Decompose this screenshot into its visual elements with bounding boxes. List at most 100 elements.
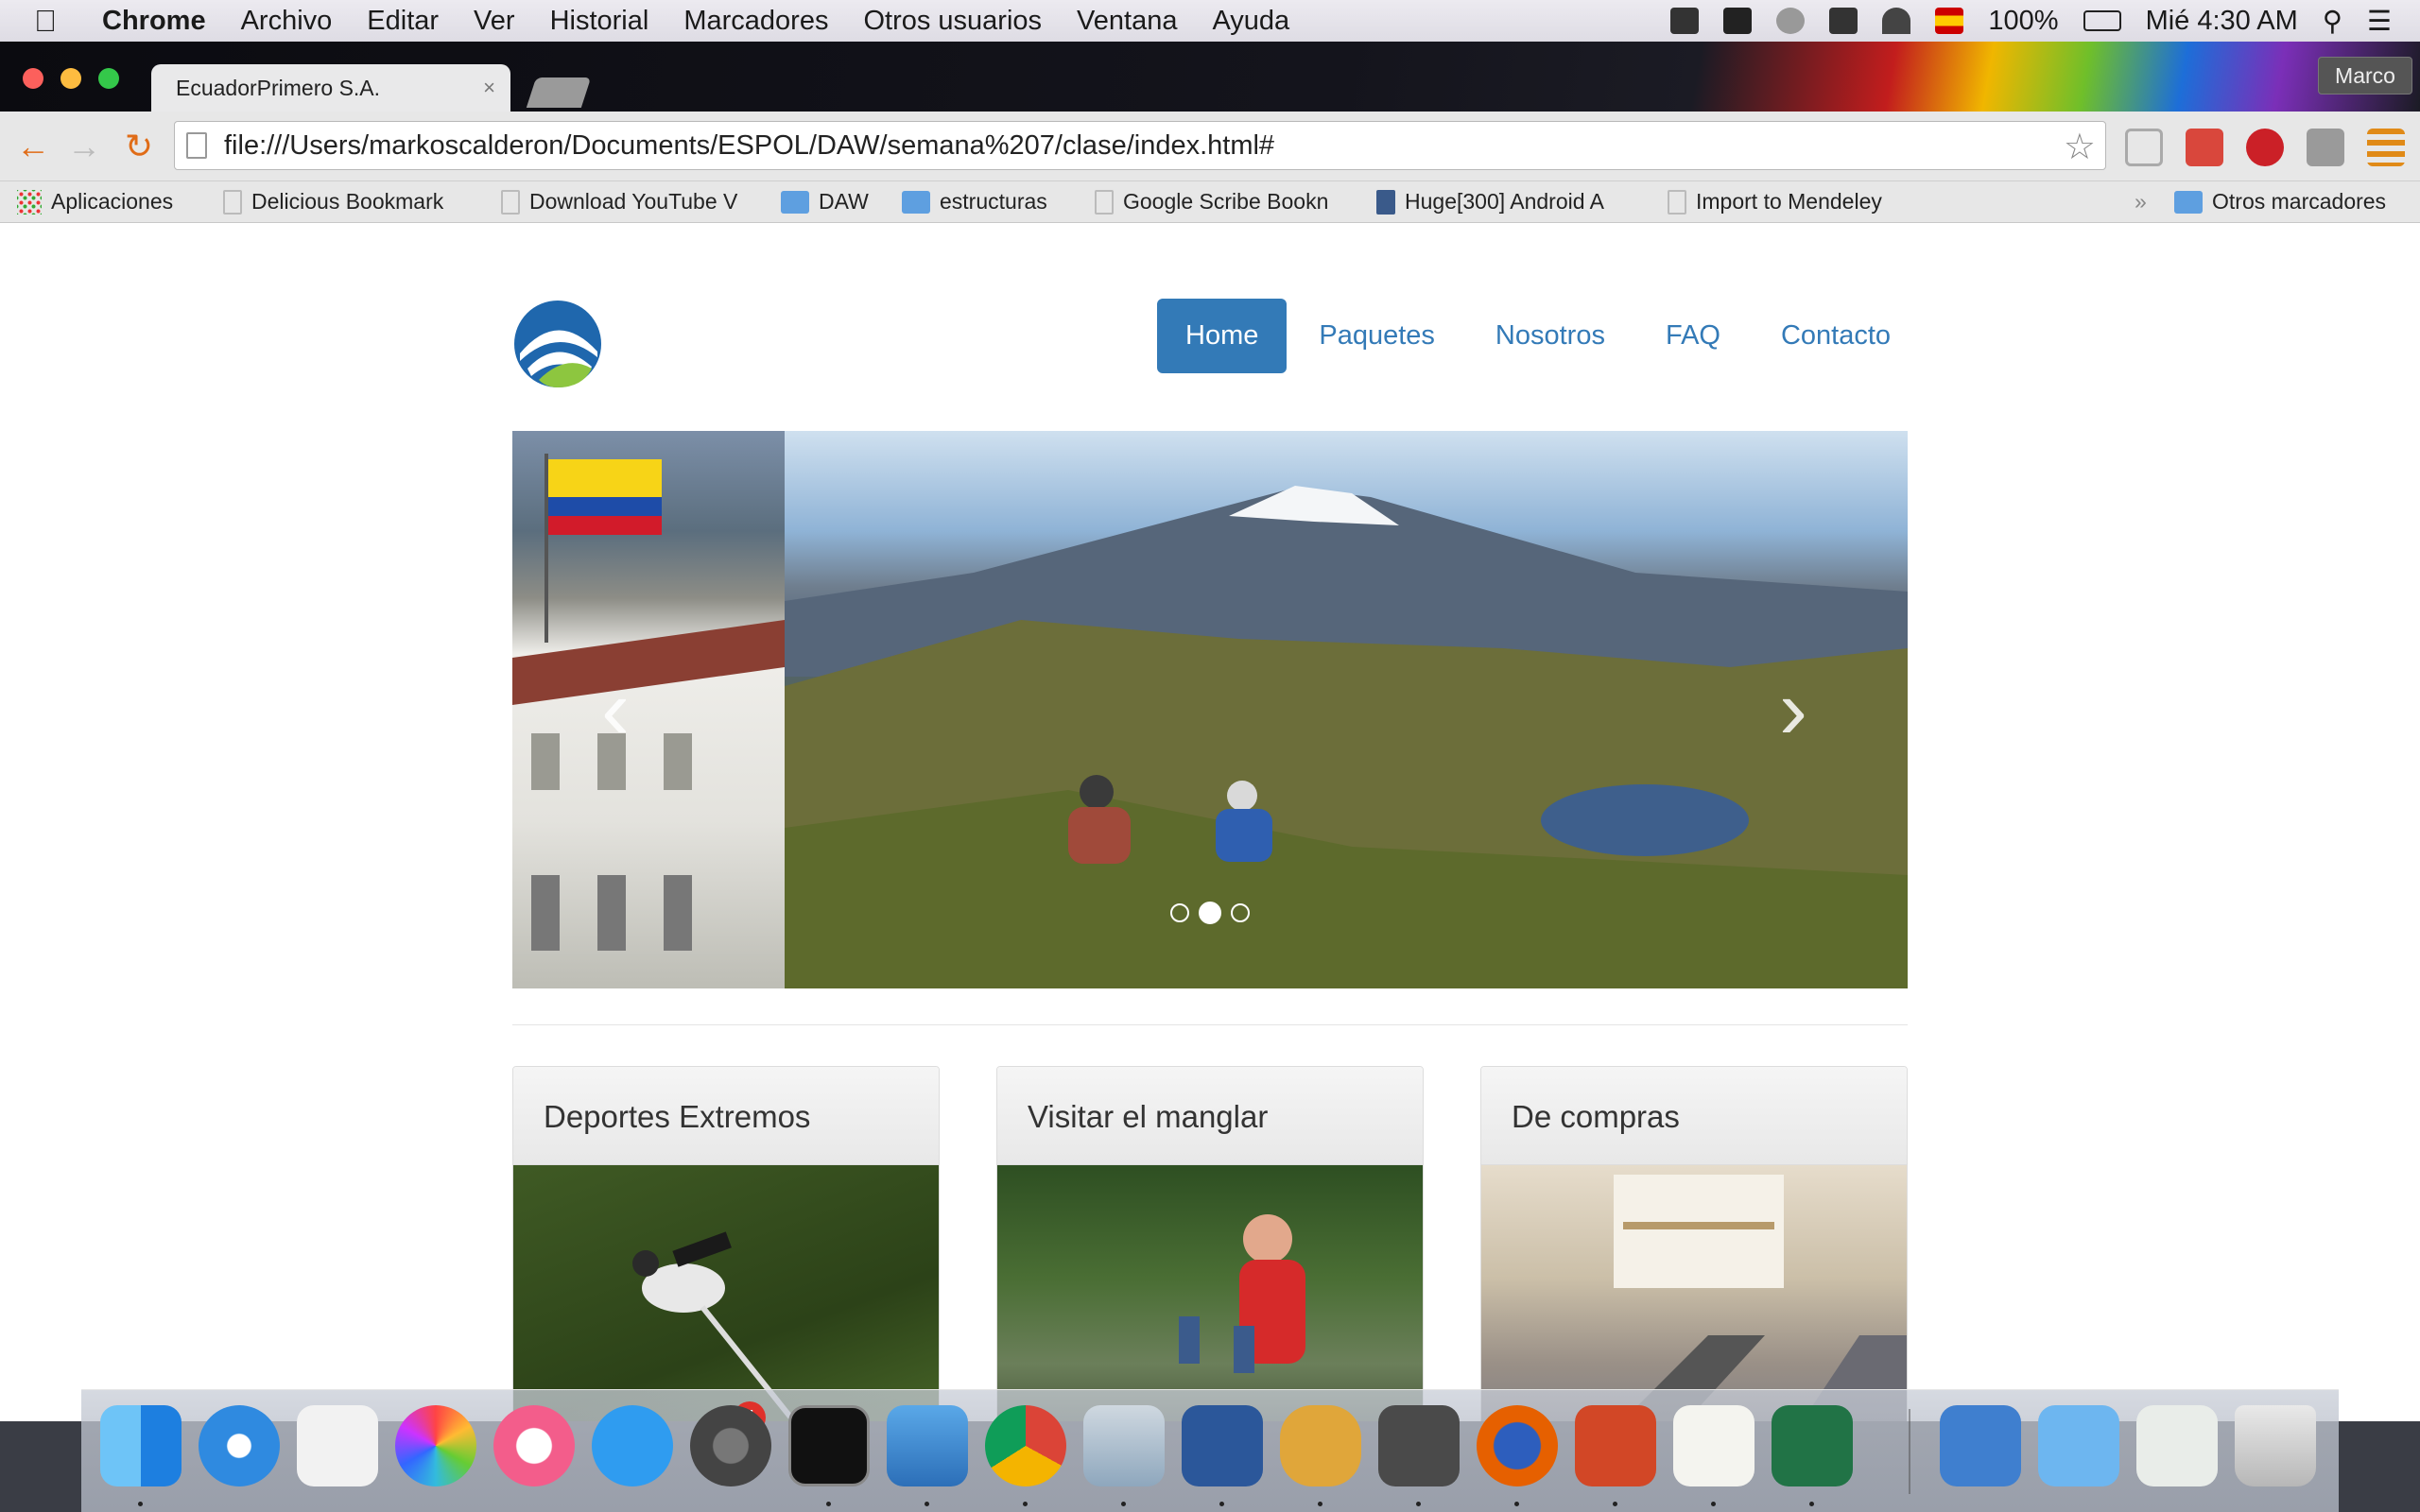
documents-folder-icon[interactable]	[2038, 1405, 2119, 1486]
card-de-compras[interactable]: De compras	[1480, 1066, 1908, 1421]
menu-app-name[interactable]: Chrome	[102, 6, 206, 37]
running-indicator	[1023, 1502, 1028, 1506]
bungee-jumper-figure	[632, 1231, 798, 1421]
zoom-window-button[interactable]	[98, 68, 119, 89]
nav-paquetes[interactable]: Paquetes	[1290, 299, 1463, 373]
menu-marcadores[interactable]: Marcadores	[683, 6, 828, 37]
reload-icon[interactable]: ↻	[119, 127, 159, 166]
extension-icon[interactable]	[2307, 129, 2344, 166]
card-title: Deportes Extremos	[513, 1067, 939, 1165]
running-indicator	[1416, 1502, 1421, 1506]
bookmark-ext-icon[interactable]	[1670, 8, 1700, 34]
spanish-input-icon[interactable]	[1935, 8, 1964, 34]
adobe-icon[interactable]	[1723, 8, 1753, 34]
bookmark-download-youtube[interactable]: Download YouTube V	[501, 189, 737, 215]
firefox-icon[interactable]	[1477, 1405, 1558, 1486]
nav-nosotros[interactable]: Nosotros	[1467, 299, 1634, 373]
creative-cloud-icon[interactable]	[1776, 8, 1806, 34]
bookmark-otros-marcadores[interactable]: Otros marcadores	[2174, 189, 2386, 215]
preview-icon[interactable]	[1083, 1405, 1165, 1486]
url-text[interactable]: file:///Users/markoscalderon/Documents/E…	[224, 130, 1274, 162]
launchpad-icon[interactable]	[297, 1405, 378, 1486]
profile-button[interactable]: Marco	[2318, 57, 2412, 94]
apple-menu-icon[interactable]: 	[34, 4, 83, 39]
tab-close-icon[interactable]: ×	[483, 76, 495, 100]
bookmark-star-icon[interactable]: ☆	[2064, 126, 2096, 168]
safari-icon[interactable]	[199, 1405, 280, 1486]
carousel-next-chevron-icon[interactable]: ›	[1779, 667, 1807, 752]
tab-ecuadorprimero[interactable]: EcuadorPrimero S.A. ×	[151, 64, 510, 112]
back-arrow-icon[interactable]: ←	[13, 127, 53, 166]
battery-icon[interactable]	[2083, 10, 2121, 31]
notification-center-icon[interactable]: ☰	[2367, 5, 2392, 38]
menu-ver[interactable]: Ver	[474, 6, 515, 37]
bookmarks-overflow-chevron-icon[interactable]: »	[2135, 189, 2147, 215]
bookmark-aplicaciones[interactable]: Aplicaciones	[17, 189, 173, 215]
card-image-mall	[1481, 1165, 1907, 1421]
keynote-icon[interactable]	[887, 1405, 968, 1486]
carousel-indicator[interactable]	[1170, 903, 1189, 922]
card-visitar-manglar[interactable]: Visitar el manglar	[996, 1066, 1424, 1421]
bookmark-estructuras[interactable]: estructuras	[902, 189, 1047, 215]
menu-editar[interactable]: Editar	[367, 6, 439, 37]
excel-icon[interactable]	[1772, 1405, 1853, 1486]
running-indicator	[1121, 1502, 1126, 1506]
folder-icon	[902, 190, 930, 214]
carousel-indicator[interactable]	[1231, 903, 1250, 922]
system-preferences-icon[interactable]	[690, 1405, 771, 1486]
menu-otros-usuarios[interactable]: Otros usuarios	[863, 6, 1042, 37]
bookmark-huge-android[interactable]: Huge[300] Android A	[1376, 189, 1604, 215]
bookmark-daw[interactable]: DAW	[781, 189, 869, 215]
terminal-icon[interactable]	[788, 1405, 870, 1486]
powerpoint-icon[interactable]	[1575, 1405, 1656, 1486]
macos-menu-bar:  Chrome Archivo Editar Ver Historial Ma…	[0, 0, 2420, 42]
itunes-icon[interactable]	[493, 1405, 575, 1486]
card-deportes-extremos[interactable]: Deportes Extremos	[512, 1066, 940, 1421]
card-title: De compras	[1481, 1067, 1907, 1165]
trash-icon[interactable]	[2235, 1405, 2316, 1486]
word-icon[interactable]	[1182, 1405, 1263, 1486]
sublime-text-icon[interactable]	[1378, 1405, 1460, 1486]
carousel-prev-chevron-icon[interactable]: ‹	[601, 667, 630, 752]
menu-ayuda[interactable]: Ayuda	[1212, 6, 1289, 37]
pinterest-icon[interactable]	[2246, 129, 2284, 166]
nav-faq[interactable]: FAQ	[1637, 299, 1749, 373]
carousel-indicator-active[interactable]	[1199, 902, 1221, 924]
finder-icon[interactable]	[100, 1405, 182, 1486]
photos-icon[interactable]	[395, 1405, 476, 1486]
page-icon	[223, 189, 242, 215]
dropbox-icon[interactable]	[1829, 8, 1858, 34]
web-page: Home Paquetes Nosotros FAQ Contacto ‹ › …	[0, 223, 2420, 1421]
minimize-window-button[interactable]	[60, 68, 81, 89]
new-tab-button[interactable]	[526, 77, 592, 108]
textedit-icon[interactable]	[1673, 1405, 1754, 1486]
menu-ventana[interactable]: Ventana	[1077, 6, 1177, 37]
bookmarks-bar: Aplicaciones Delicious Bookmark Download…	[0, 181, 2420, 223]
wifi-icon[interactable]	[1882, 8, 1911, 34]
todoist-icon[interactable]	[2186, 129, 2223, 166]
main-nav: Home Paquetes Nosotros FAQ Contacto	[1157, 299, 1923, 373]
nav-home[interactable]: Home	[1157, 299, 1288, 373]
company-logo[interactable]	[512, 299, 603, 389]
battery-percent[interactable]: 100%	[1988, 6, 2058, 37]
bookmark-google-scribe[interactable]: Google Scribe Bookn	[1095, 189, 1328, 215]
dock-separator	[1909, 1409, 1910, 1494]
forward-arrow-icon[interactable]: →	[64, 127, 104, 166]
card-image-bungee	[513, 1165, 939, 1421]
menu-archivo[interactable]: Archivo	[241, 6, 333, 37]
nav-contacto[interactable]: Contacto	[1753, 299, 1919, 373]
address-bar[interactable]: file:///Users/markoscalderon/Documents/E…	[174, 121, 2106, 170]
7zx-icon[interactable]	[1940, 1405, 2021, 1486]
cast-icon[interactable]	[2125, 129, 2163, 166]
bookmark-mendeley[interactable]: Import to Mendeley	[1668, 189, 1882, 215]
bookmark-delicious[interactable]: Delicious Bookmark	[223, 189, 443, 215]
menu-icon[interactable]	[2367, 129, 2405, 166]
numbers-file-icon[interactable]	[2136, 1405, 2218, 1486]
mockup-app-icon[interactable]	[1280, 1405, 1361, 1486]
spotlight-search-icon[interactable]: ⚲	[2323, 5, 2342, 38]
clock[interactable]: Mié 4:30 AM	[2146, 6, 2298, 37]
close-window-button[interactable]	[23, 68, 43, 89]
chrome-icon[interactable]	[985, 1405, 1066, 1486]
app-store-icon[interactable]	[592, 1405, 673, 1486]
menu-historial[interactable]: Historial	[550, 6, 649, 37]
